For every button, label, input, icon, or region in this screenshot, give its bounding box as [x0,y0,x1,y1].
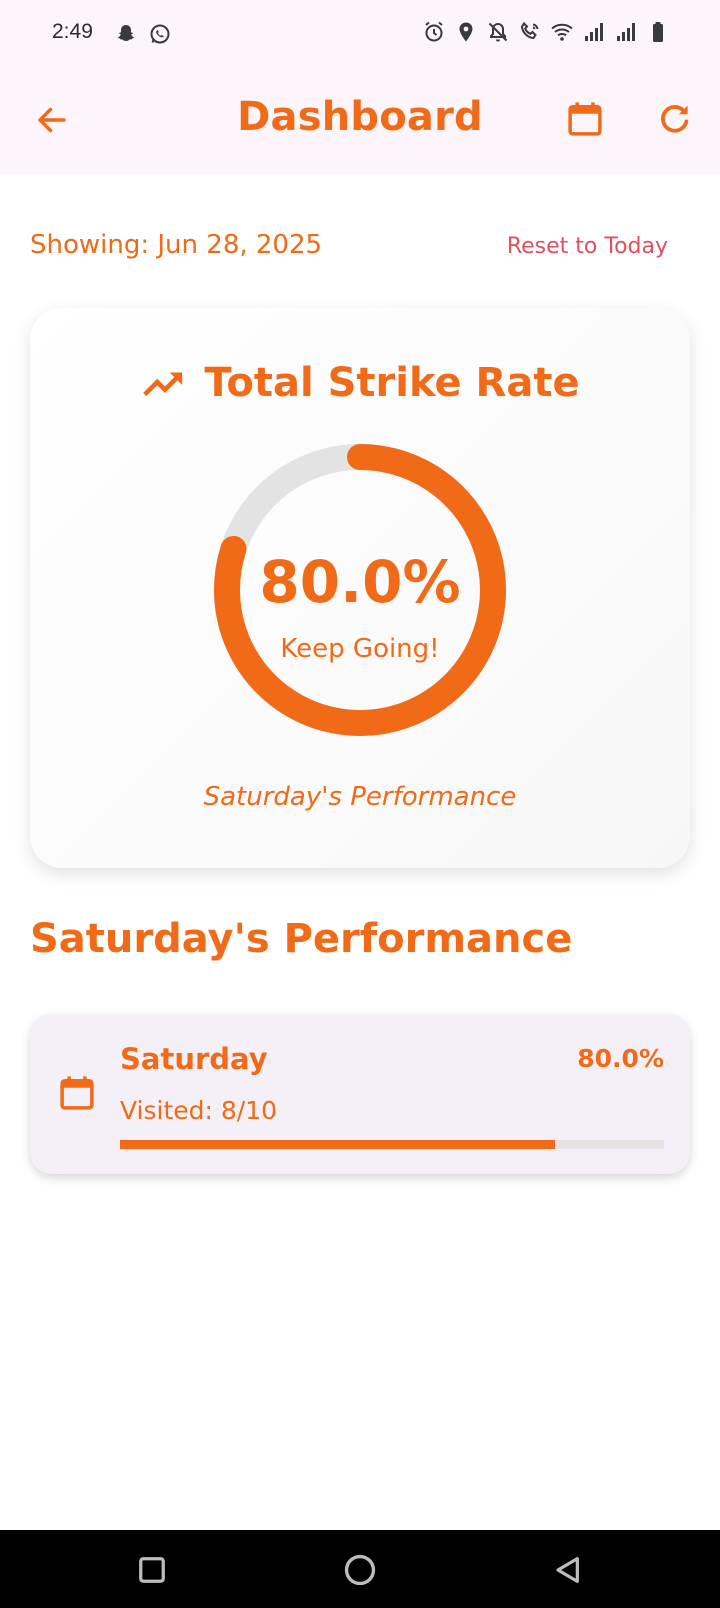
alarm-icon [425,21,443,42]
signal-icon [617,23,635,41]
snapchat-icon [117,25,135,41]
trending-up-icon [143,372,183,397]
back-triangle-icon [556,1557,579,1583]
strike-rate-value: 80.0% [259,548,461,616]
day-progress-fill [120,1140,556,1149]
back-nav-button[interactable] [546,1548,590,1592]
app-bar: Dashboard [0,70,720,174]
refresh-button[interactable] [652,96,698,142]
status-right-icons [422,20,670,44]
calendar-icon [568,102,602,136]
card-footer-label: Saturday's Performance [203,782,517,812]
day-performance-tile[interactable]: Saturday 80.0% Visited: 8/10 [30,1014,690,1174]
status-bar: 2:49 [0,0,720,70]
strike-rate-caption: Keep Going! [280,634,440,664]
system-nav-bar [0,1530,720,1608]
signal-icon [585,23,603,41]
card-title: Total Strike Rate [204,360,580,406]
wifi-calling-icon [520,21,539,40]
day-name: Saturday [120,1042,268,1076]
recents-button[interactable] [130,1548,174,1592]
refresh-icon [661,105,689,133]
page-title: Dashboard [237,94,483,140]
home-circle-icon [344,1554,376,1586]
battery-icon [653,22,663,42]
showing-date-text: Showing: Jun 28, 2025 [30,230,323,260]
reset-to-today-button[interactable]: Reset to Today [507,234,668,259]
status-left-icons [114,22,172,46]
section-heading: Saturday's Performance [30,916,573,962]
whatsapp-icon [150,24,170,44]
day-percent: 80.0% [577,1044,664,1073]
day-visited-count: Visited: 8/10 [120,1096,278,1125]
calendar-button[interactable] [562,96,608,142]
strike-rate-card: Total Strike Rate 80.0% Keep Going! Satu… [30,308,690,868]
card-header: Total Strike Rate [30,360,690,406]
location-icon [459,22,473,42]
notifications-off-icon [488,22,508,42]
calendar-icon [60,1076,94,1110]
wifi-icon [551,23,573,41]
status-time: 2:49 [52,20,93,43]
day-progress-bar [120,1140,664,1149]
recents-square-icon [139,1557,165,1583]
home-button[interactable] [338,1548,382,1592]
